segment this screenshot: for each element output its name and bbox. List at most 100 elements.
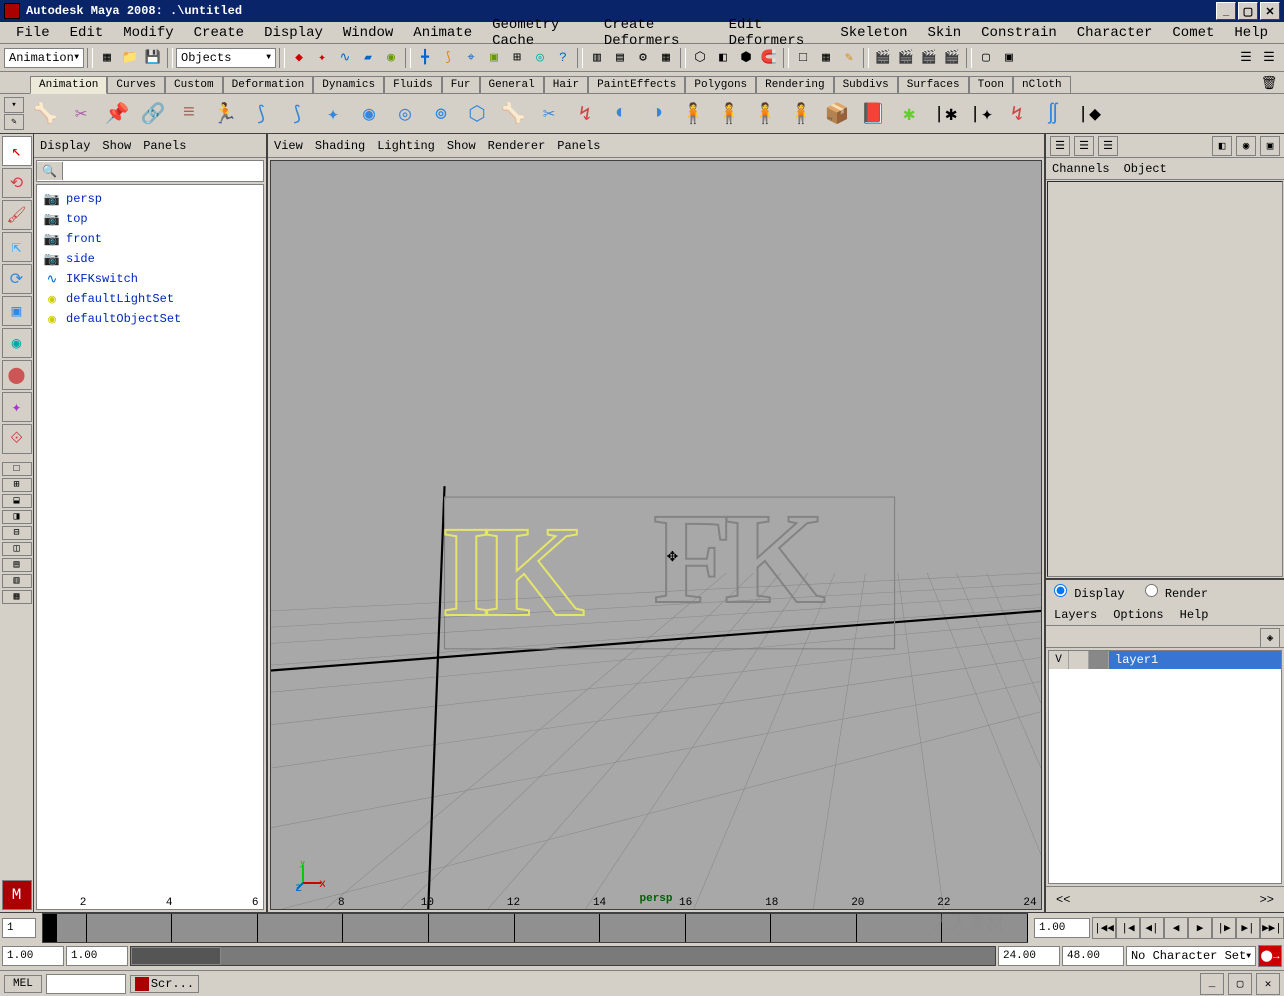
selection-mask-combo[interactable]: Objects▼ bbox=[176, 48, 276, 68]
range-thumb[interactable] bbox=[131, 947, 221, 965]
show-manip-tool-icon[interactable]: ✦ bbox=[2, 392, 32, 422]
select-object-icon[interactable]: ◧ bbox=[712, 47, 734, 69]
menu-comet[interactable]: Comet bbox=[1162, 23, 1224, 43]
new-layer-icon[interactable]: ◈ bbox=[1260, 628, 1280, 648]
menu-character[interactable]: Character bbox=[1067, 23, 1163, 43]
history-output-icon[interactable]: ▤ bbox=[609, 47, 631, 69]
shelf-tab-surfaces[interactable]: Surfaces bbox=[898, 76, 969, 93]
time-current-marker[interactable] bbox=[43, 914, 57, 942]
shelf-icon-21[interactable]: 🧍 bbox=[748, 97, 782, 131]
menu-animate[interactable]: Animate bbox=[403, 23, 482, 43]
viewport-menu-renderer[interactable]: Renderer bbox=[488, 139, 546, 153]
help-icon[interactable]: ? bbox=[552, 47, 574, 69]
snap-curve-icon[interactable]: ⟆ bbox=[437, 47, 459, 69]
shelf-tab-polygons[interactable]: Polygons bbox=[685, 76, 756, 93]
viewport-menu-show[interactable]: Show bbox=[447, 139, 476, 153]
select-component-icon[interactable]: ⬢ bbox=[735, 47, 757, 69]
snap-view-icon[interactable]: ⊞ bbox=[506, 47, 528, 69]
shelf-tab-subdivs[interactable]: Subdivs bbox=[834, 76, 898, 93]
snap-point-icon[interactable]: ⌖ bbox=[460, 47, 482, 69]
shelf-tab-dynamics[interactable]: Dynamics bbox=[313, 76, 384, 93]
shelf-tab-fur[interactable]: Fur bbox=[442, 76, 480, 93]
render-frame-icon[interactable]: 🎬 bbox=[872, 47, 894, 69]
shelf-tab-hair[interactable]: Hair bbox=[544, 76, 588, 93]
range-slider[interactable] bbox=[130, 946, 996, 966]
step-back-button[interactable]: ◀| bbox=[1140, 917, 1164, 939]
task-item[interactable]: Scr... bbox=[130, 975, 199, 993]
maximize-button[interactable]: ▢ bbox=[1238, 2, 1258, 20]
shelf-tab-general[interactable]: General bbox=[480, 76, 544, 93]
shelf-tab-painteffects[interactable]: PaintEffects bbox=[588, 76, 685, 93]
shelf-edit-icon[interactable]: ✎ bbox=[4, 114, 24, 130]
ipf-icon[interactable]: ✎ bbox=[838, 47, 860, 69]
magnet-icon[interactable]: 🧲 bbox=[758, 47, 780, 69]
shelf-icon-6[interactable]: 🏃 bbox=[208, 97, 242, 131]
range-end-outer-field[interactable] bbox=[1062, 946, 1124, 966]
shelf-icon-26[interactable]: ❘✱ bbox=[928, 97, 962, 131]
viewport-menu-lighting[interactable]: Lighting bbox=[377, 139, 435, 153]
shelf-tab-deformation[interactable]: Deformation bbox=[223, 76, 314, 93]
shelf-icon-7[interactable]: ⟆ bbox=[244, 97, 278, 131]
outliner-item-front[interactable]: 📷front bbox=[41, 229, 259, 249]
shelf-icon-23[interactable]: 📦 bbox=[820, 97, 854, 131]
shelf-icon-30[interactable]: ❘◆ bbox=[1072, 97, 1106, 131]
layer-type-toggle[interactable] bbox=[1069, 651, 1089, 669]
render-globals-icon[interactable]: ▦ bbox=[655, 47, 677, 69]
time-current-field[interactable] bbox=[2, 918, 36, 938]
shelf-icon-17[interactable]: ◐ bbox=[604, 97, 638, 131]
shelf-icon-1[interactable]: 🦴 bbox=[28, 97, 62, 131]
manip-tool-icon[interactable]: ◉ bbox=[2, 328, 32, 358]
move-tool-icon[interactable]: ⇱ bbox=[2, 232, 32, 262]
shelf-tab-custom[interactable]: Custom bbox=[165, 76, 223, 93]
layout-four-icon[interactable]: ▦ bbox=[815, 47, 837, 69]
play-forward-button[interactable]: ▶ bbox=[1188, 917, 1212, 939]
shelf-icon-24[interactable]: 📕 bbox=[856, 97, 890, 131]
range-end-inner-field[interactable] bbox=[998, 946, 1060, 966]
menu-edit[interactable]: Edit bbox=[60, 23, 114, 43]
channel-tab-channels[interactable]: Channels bbox=[1052, 162, 1110, 176]
shelf-icon-4[interactable]: 🔗 bbox=[136, 97, 170, 131]
cmd-lang-button[interactable]: MEL bbox=[4, 975, 42, 993]
time-value-field[interactable] bbox=[1034, 918, 1090, 938]
outliner-search-input[interactable] bbox=[63, 161, 263, 181]
cmd-restore-icon[interactable]: ▢ bbox=[1228, 973, 1252, 995]
go-end-button[interactable]: ▶▶| bbox=[1260, 917, 1284, 939]
layout-outliner-icon[interactable]: ▤ bbox=[2, 558, 32, 572]
viewport-menu-view[interactable]: View bbox=[274, 139, 303, 153]
snap-plane-icon[interactable]: ▣ bbox=[483, 47, 505, 69]
select-by-deform-icon[interactable]: ◉ bbox=[380, 47, 402, 69]
channel-tab-icon-4[interactable]: ◧ bbox=[1212, 136, 1232, 156]
step-back-key-button[interactable]: |◀ bbox=[1116, 917, 1140, 939]
menu-create[interactable]: Create bbox=[184, 23, 254, 43]
select-by-handle-icon[interactable]: ◆ bbox=[288, 47, 310, 69]
outliner-item-defaultlightset[interactable]: ◉defaultLightSet bbox=[41, 289, 259, 309]
outliner-item-side[interactable]: 📷side bbox=[41, 249, 259, 269]
viewport-menu-shading[interactable]: Shading bbox=[315, 139, 365, 153]
shelf-icon-8[interactable]: ⟆ bbox=[280, 97, 314, 131]
select-by-surface-icon[interactable]: ▰ bbox=[357, 47, 379, 69]
character-set-combo[interactable]: No Character Set▼ bbox=[1126, 946, 1256, 966]
shelf-tab-animation[interactable]: Animation bbox=[30, 76, 107, 94]
cmd-min-icon[interactable]: _ bbox=[1200, 973, 1224, 995]
shelf-icon-2[interactable]: ✂ bbox=[64, 97, 98, 131]
channel-box-toggle-icon[interactable]: ☰ bbox=[1235, 47, 1257, 69]
shelf-tab-toon[interactable]: Toon bbox=[969, 76, 1013, 93]
shelf-icon-14[interactable]: 🦴 bbox=[496, 97, 530, 131]
outliner-menu-show[interactable]: Show bbox=[102, 139, 131, 153]
paint-select-tool-icon[interactable]: 🖌 bbox=[2, 200, 32, 230]
layer-mode-render[interactable]: Render bbox=[1145, 584, 1208, 601]
construction-history-icon[interactable]: ⚙ bbox=[632, 47, 654, 69]
outliner-filter-icon[interactable]: 🔍 bbox=[37, 162, 63, 180]
snap-grid-icon[interactable]: ╋ bbox=[414, 47, 436, 69]
step-forward-key-button[interactable]: ▶| bbox=[1236, 917, 1260, 939]
channel-tab-icon-5[interactable]: ◉ bbox=[1236, 136, 1256, 156]
open-scene-icon[interactable]: 📁 bbox=[119, 47, 141, 69]
shelf-icon-3[interactable]: 📌 bbox=[100, 97, 134, 131]
autokey-button[interactable]: ⬤→ bbox=[1258, 945, 1282, 967]
maya-logo-icon[interactable]: M bbox=[2, 880, 32, 910]
layout-persp-icon[interactable]: ◫ bbox=[2, 542, 32, 556]
layer-editor-toggle-icon[interactable]: ☰ bbox=[1258, 47, 1280, 69]
outliner-item-top[interactable]: 📷top bbox=[41, 209, 259, 229]
new-scene-icon[interactable]: ▦ bbox=[96, 47, 118, 69]
channel-box-body[interactable] bbox=[1047, 181, 1283, 577]
